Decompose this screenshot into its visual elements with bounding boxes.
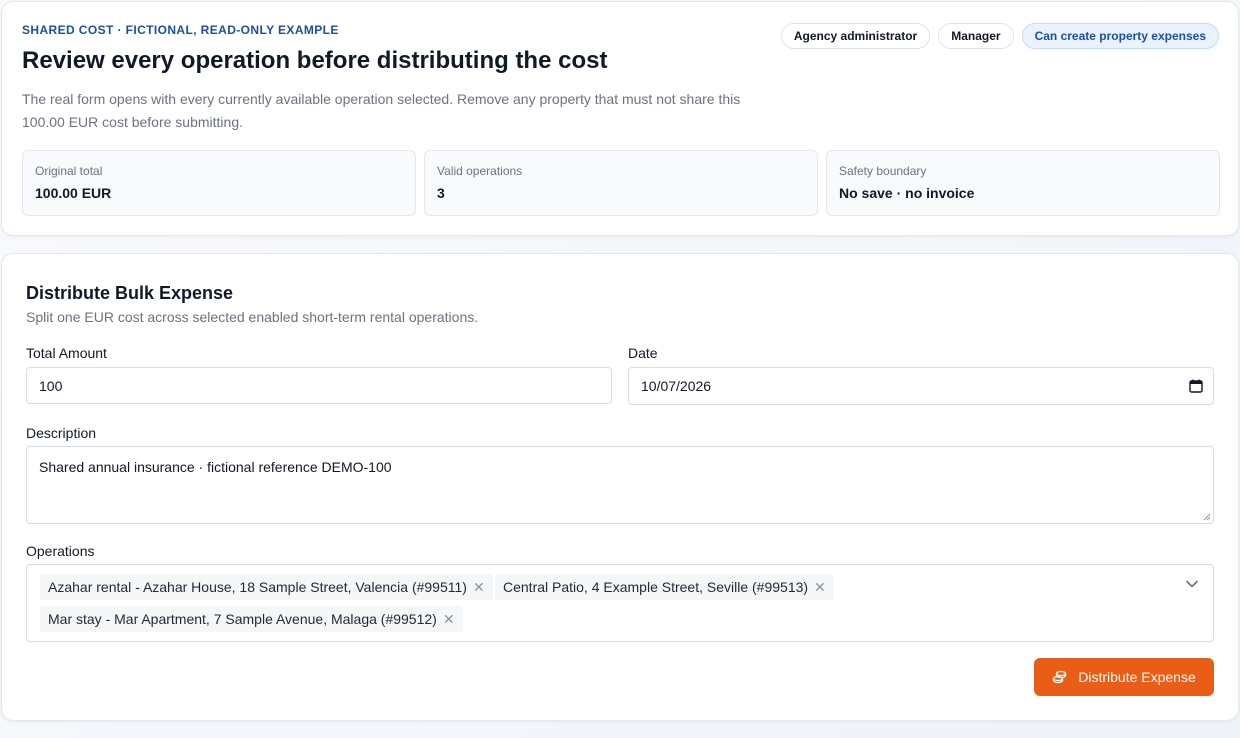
summary-card: SHARED COST · FICTIONAL, READ-ONLY EXAMP… <box>1 1 1239 236</box>
stat-label: Original total <box>35 164 103 178</box>
operations-multiselect[interactable]: Azahar rental - Azahar House, 18 Sample … <box>26 564 1214 642</box>
distribute-expense-button[interactable]: Distribute Expense <box>1034 658 1214 696</box>
eyebrow-label: SHARED COST · FICTIONAL, READ-ONLY EXAMP… <box>22 23 339 37</box>
operation-tag: Central Patio, 4 Example Street, Seville… <box>495 574 834 600</box>
description-label: Description <box>26 425 97 441</box>
role-chip-manager: Manager <box>938 23 1014 49</box>
stats-row: Original total 100.00 EUR Valid operatio… <box>22 150 1220 216</box>
operation-tag-label: Azahar rental - Azahar House, 18 Sample … <box>48 579 467 595</box>
description-value: Shared annual insurance · fictional refe… <box>39 459 392 475</box>
stat-safety-boundary: Safety boundary No save · no invoice <box>826 150 1220 216</box>
form-title: Distribute Bulk Expense <box>26 283 234 303</box>
total-amount-input[interactable]: 100 <box>26 367 612 404</box>
stat-value: 3 <box>437 185 445 201</box>
role-chip-agency-administrator: Agency administrator <box>780 23 931 49</box>
submit-label: Distribute Expense <box>1078 669 1196 685</box>
stat-value: 100.00 EUR <box>35 185 112 201</box>
role-chips: Agency administrator Manager Can create … <box>780 23 1219 49</box>
stat-original-total: Original total 100.00 EUR <box>22 150 416 216</box>
distribute-expense-form: Distribute Bulk Expense Split one EUR co… <box>1 253 1239 721</box>
resize-grip-icon[interactable] <box>1203 513 1211 521</box>
page-description: The real form opens with every currently… <box>22 91 741 130</box>
date-value: 10/07/2026 <box>641 378 712 394</box>
stat-valid-operations: Valid operations 3 <box>424 150 818 216</box>
date-label: Date <box>628 345 658 361</box>
date-input[interactable]: 10/07/2026 <box>628 367 1214 405</box>
calendar-icon[interactable] <box>1189 379 1203 393</box>
operation-tag: Azahar rental - Azahar House, 18 Sample … <box>40 574 493 600</box>
operation-tag-label: Central Patio, 4 Example Street, Seville… <box>503 579 809 595</box>
stat-label: Valid operations <box>437 164 523 178</box>
close-icon[interactable]: ✕ <box>814 580 826 594</box>
description-textarea[interactable]: Shared annual insurance · fictional refe… <box>26 446 1214 524</box>
operation-tag-label: Mar stay - Mar Apartment, 7 Sample Avenu… <box>48 611 437 627</box>
close-icon[interactable]: ✕ <box>473 580 485 594</box>
operations-label: Operations <box>26 543 95 559</box>
page-title: Review every operation before distributi… <box>22 47 608 74</box>
stat-label: Safety boundary <box>839 164 927 178</box>
total-amount-value: 100 <box>39 377 63 394</box>
form-subtitle: Split one EUR cost across selected enabl… <box>26 309 479 325</box>
total-amount-label: Total Amount <box>26 345 107 361</box>
close-icon[interactable]: ✕ <box>443 612 455 626</box>
stat-value: No save · no invoice <box>839 185 975 201</box>
chevron-down-icon[interactable] <box>1185 577 1199 591</box>
permission-chip: Can create property expenses <box>1021 23 1219 49</box>
operation-tag: Mar stay - Mar Apartment, 7 Sample Avenu… <box>40 606 463 632</box>
coins-icon <box>1053 670 1067 684</box>
